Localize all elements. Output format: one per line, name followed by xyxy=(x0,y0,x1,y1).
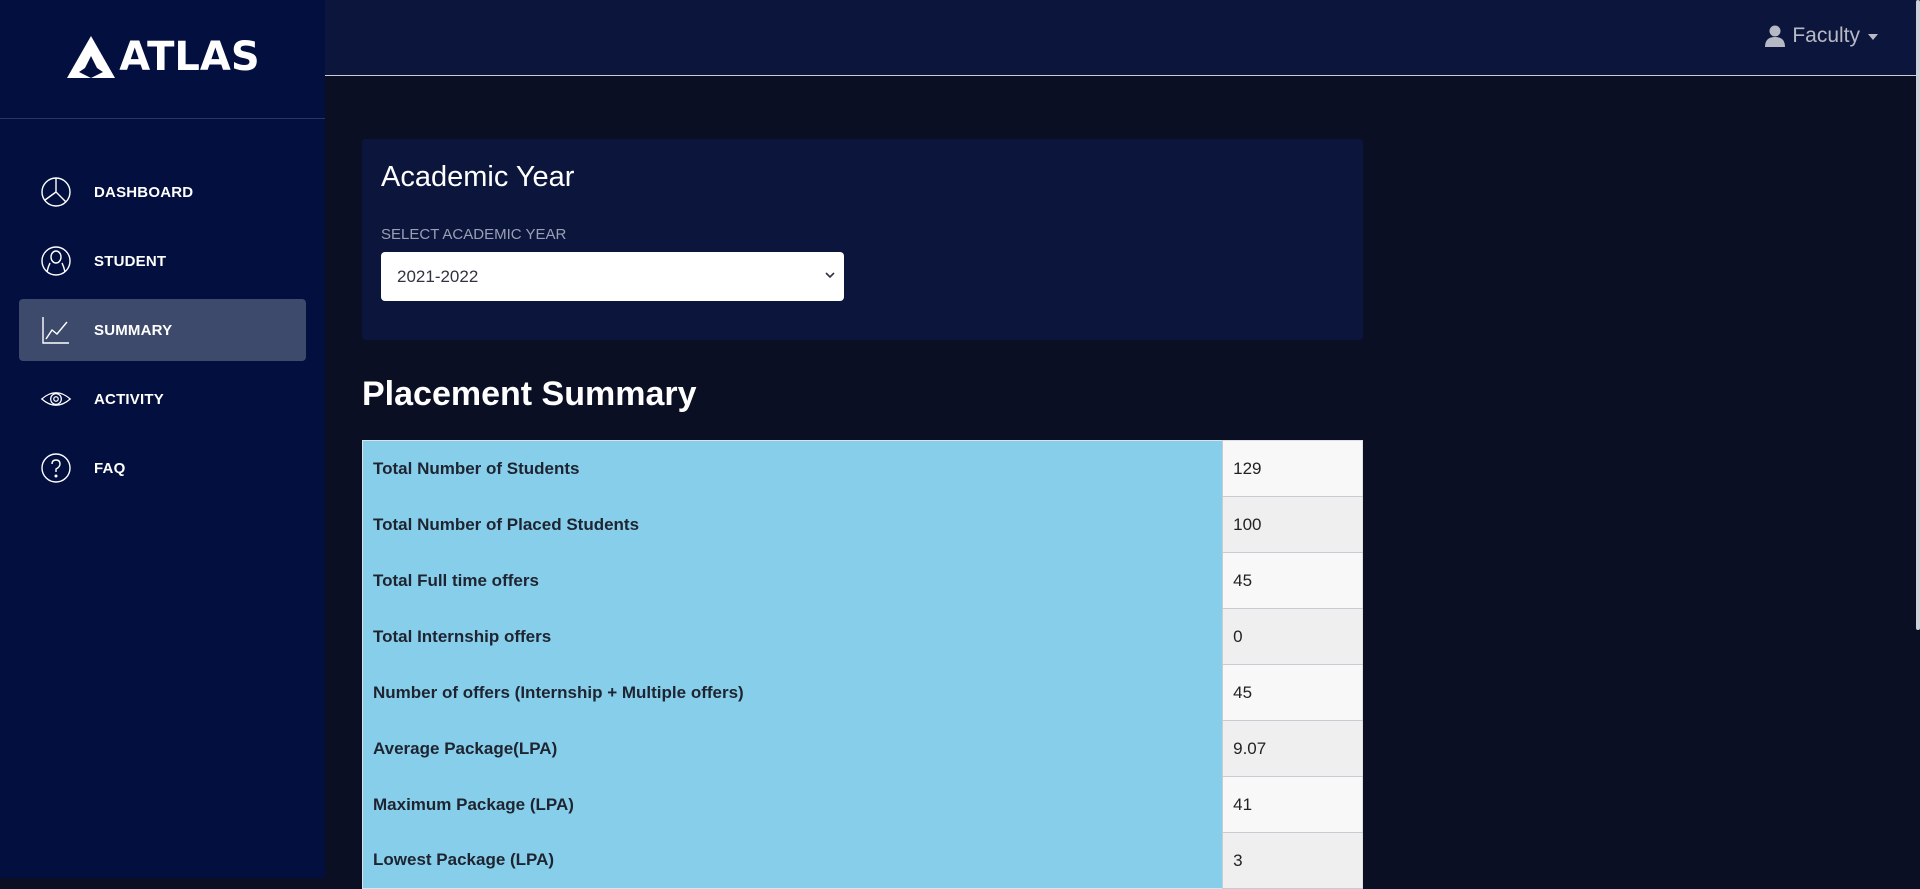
sidebar-item-label: FAQ xyxy=(94,459,126,477)
user-menu-label: Faculty xyxy=(1792,24,1860,47)
table-row: Total Full time offers 45 xyxy=(362,552,1363,609)
sidebar: ATLAS DASHBOARD STUDENT SUMMARY ACTIVITY… xyxy=(0,0,325,878)
sidebar-item-label: SUMMARY xyxy=(94,321,173,339)
chevron-down-icon xyxy=(825,272,835,279)
question-circle-icon xyxy=(40,452,72,484)
sidebar-item-dashboard[interactable]: DASHBOARD xyxy=(19,161,306,223)
table-row: Total Number of Placed Students 100 xyxy=(362,496,1363,553)
row-value: 129 xyxy=(1222,440,1363,497)
table-row: Total Number of Students 129 xyxy=(362,440,1363,497)
table-row: Average Package(LPA) 9.07 xyxy=(362,720,1363,777)
row-value: 41 xyxy=(1222,776,1363,833)
table-row: Lowest Package (LPA) 3 xyxy=(362,832,1363,889)
row-value: 3 xyxy=(1222,832,1363,889)
row-value: 100 xyxy=(1222,496,1363,553)
sidebar-nav: DASHBOARD STUDENT SUMMARY ACTIVITY FAQ xyxy=(0,119,325,499)
atlas-logo-icon xyxy=(67,36,116,78)
row-label: Average Package(LPA) xyxy=(362,720,1223,777)
row-label: Total Full time offers xyxy=(362,552,1223,609)
user-menu-dropdown[interactable]: Faculty xyxy=(1765,24,1878,48)
academic-year-selected-value: 2021-2022 xyxy=(397,266,479,286)
caret-down-icon xyxy=(1868,34,1878,40)
sidebar-item-label: STUDENT xyxy=(94,252,167,270)
sidebar-item-label: ACTIVITY xyxy=(94,390,164,408)
sidebar-item-label: DASHBOARD xyxy=(94,183,194,201)
sidebar-item-student[interactable]: STUDENT xyxy=(19,230,306,292)
top-bar: Faculty xyxy=(325,0,1920,76)
table-row: Maximum Package (LPA) 41 xyxy=(362,776,1363,833)
row-label: Total Number of Students xyxy=(362,440,1223,497)
row-label: Number of offers (Internship + Multiple … xyxy=(362,664,1223,721)
row-value: 0 xyxy=(1222,608,1363,665)
placement-summary-table: Total Number of Students 129 Total Numbe… xyxy=(362,440,1363,889)
pie-chart-icon xyxy=(40,176,72,208)
page-scrollbar[interactable] xyxy=(1916,0,1920,630)
main-content: Academic Year SELECT ACADEMIC YEAR 2021-… xyxy=(325,77,1916,889)
row-value: 45 xyxy=(1222,664,1363,721)
brand-name: ATLAS xyxy=(119,34,260,80)
row-label: Lowest Package (LPA) xyxy=(362,832,1223,889)
academic-year-select[interactable]: 2021-2022 xyxy=(381,252,844,301)
eye-icon xyxy=(40,383,72,415)
row-label: Maximum Package (LPA) xyxy=(362,776,1223,833)
page-title: Placement Summary xyxy=(362,375,697,413)
row-label: Total Internship offers xyxy=(362,608,1223,665)
card-title: Academic Year xyxy=(381,161,575,193)
brand-logo[interactable]: ATLAS xyxy=(0,0,325,119)
row-label: Total Number of Placed Students xyxy=(362,496,1223,553)
sidebar-item-faq[interactable]: FAQ xyxy=(19,437,306,499)
row-value: 9.07 xyxy=(1222,720,1363,777)
academic-year-card: Academic Year SELECT ACADEMIC YEAR 2021-… xyxy=(362,139,1363,340)
user-circle-icon xyxy=(40,245,72,277)
table-row: Total Internship offers 0 xyxy=(362,608,1363,665)
academic-year-field-label: SELECT ACADEMIC YEAR xyxy=(381,226,567,243)
row-value: 45 xyxy=(1222,552,1363,609)
user-icon xyxy=(1765,25,1786,47)
table-row: Number of offers (Internship + Multiple … xyxy=(362,664,1363,721)
sidebar-item-activity[interactable]: ACTIVITY xyxy=(19,368,306,430)
line-chart-icon xyxy=(40,314,72,346)
sidebar-item-summary[interactable]: SUMMARY xyxy=(19,299,306,361)
